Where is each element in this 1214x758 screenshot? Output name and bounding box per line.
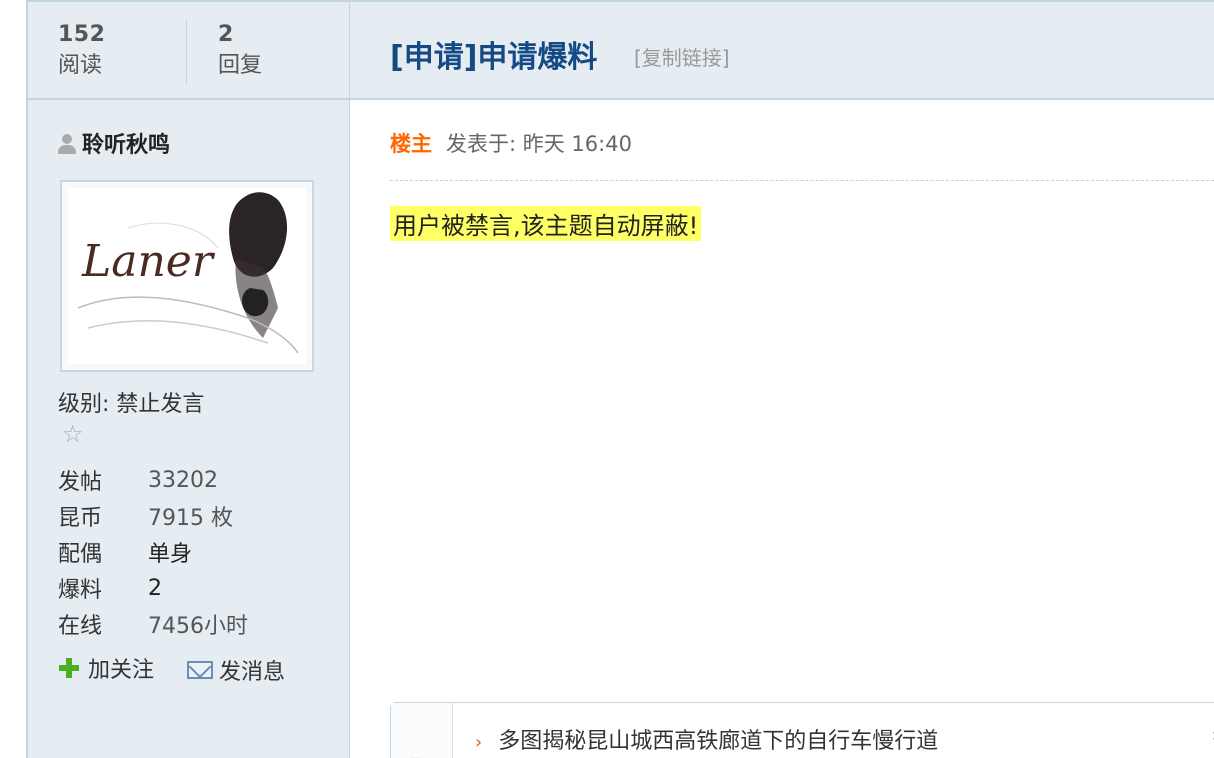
chevron-right-icon: › [475, 732, 483, 753]
profile-stats: 发帖 33202 昆币 7915 枚 配偶 单身 爆料 2 在线 7456小时 [58, 462, 328, 642]
profile-value: 2 [148, 575, 162, 601]
plus-icon [58, 657, 80, 679]
message-button[interactable]: 发消息 [187, 654, 285, 686]
related-side-label: ▪ [391, 703, 453, 758]
profile-row: 在线 7456小时 [58, 606, 328, 642]
author-name[interactable]: 聆听秋鸣 [82, 133, 170, 158]
follow-label[interactable]: 加关注 [88, 652, 154, 684]
reads-count: 152 [58, 22, 106, 47]
profile-value: 7456小时 [148, 614, 248, 639]
thread-title[interactable]: [申请]申请爆料 [390, 32, 597, 76]
author-name-row[interactable]: 聆听秋鸣 [58, 127, 170, 159]
related-threads: ▪ › 多图揭秘昆山城西高铁廊道下的自行车慢行道 › [390, 702, 1214, 758]
profile-row: 爆料 2 [58, 570, 328, 606]
meta-divider [390, 180, 1214, 181]
avatar[interactable]: Laner [60, 180, 314, 372]
mail-icon [187, 661, 214, 679]
replies-stat: 2 回复 [218, 20, 262, 82]
user-icon [58, 133, 76, 155]
profile-value: 单身 [148, 542, 193, 567]
user-level: 级别: 禁止发言 [58, 392, 205, 417]
star-icon: ☆ [62, 420, 84, 448]
thread-frame: 152 阅读 2 回复 聆听秋鸣 Laner 级别: 禁止发言 ☆ 发帖 332… [26, 0, 1214, 758]
profile-key: 爆料 [58, 578, 103, 603]
avatar-image: Laner [68, 188, 306, 364]
post-body: 用户被禁言,该主题自动屏蔽! [390, 206, 702, 241]
message-label[interactable]: 发消息 [219, 654, 285, 686]
stat-divider [186, 20, 187, 84]
profile-value: 33202 [148, 467, 218, 493]
post-meta: 楼主 发表于: 昨天 16:40 [390, 128, 632, 158]
author-sidebar: 152 阅读 2 回复 聆听秋鸣 Laner 级别: 禁止发言 ☆ 发帖 332… [28, 2, 350, 758]
related-item[interactable]: › 多图揭秘昆山城西高铁廊道下的自行车慢行道 [475, 723, 938, 755]
replies-label: 回复 [218, 53, 263, 78]
profile-row: 配偶 单身 [58, 534, 328, 570]
replies-count: 2 [218, 22, 234, 47]
thread-stats: 152 阅读 2 回复 [28, 2, 350, 100]
profile-key: 配偶 [58, 542, 103, 567]
profile-value: 7915 枚 [148, 506, 233, 531]
profile-key: 在线 [58, 614, 103, 639]
author-actions: 加关注 发消息 [58, 652, 311, 686]
reads-label: 阅读 [58, 53, 103, 78]
related-item-label[interactable]: 多图揭秘昆山城西高铁廊道下的自行车慢行道 [498, 729, 938, 754]
reads-stat: 152 阅读 [58, 20, 105, 82]
title-bar: [申请]申请爆料 [复制链接] [350, 2, 1214, 100]
profile-row: 昆币 7915 枚 [58, 498, 328, 534]
related-side-glyph: ▪ [409, 749, 423, 758]
follow-button[interactable]: 加关注 [58, 652, 154, 684]
owner-tag: 楼主 [390, 132, 432, 156]
avatar-text: Laner [82, 236, 213, 287]
post-area: [申请]申请爆料 [复制链接] 楼主 发表于: 昨天 16:40 用户被禁言,该主… [350, 2, 1214, 758]
posted-time: 发表于: 昨天 16:40 [446, 132, 632, 156]
profile-key: 发帖 [58, 470, 103, 495]
profile-key: 昆币 [58, 506, 103, 531]
copy-link-button[interactable]: [复制链接] [634, 42, 730, 71]
profile-row: 发帖 33202 [58, 462, 328, 498]
